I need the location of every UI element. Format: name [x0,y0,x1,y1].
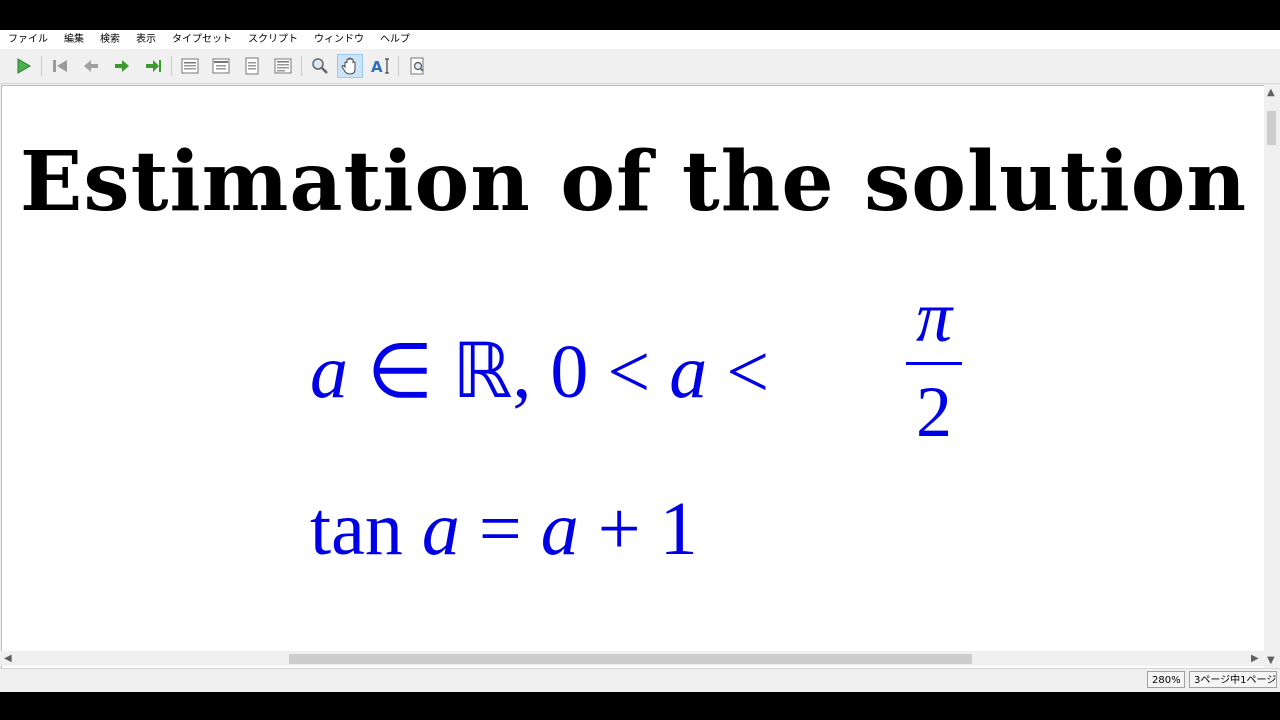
status-bar: 280% 3ページ中1ページ [0,668,1280,692]
page-indicator: 3ページ中1ページ [1189,671,1277,688]
continuous-icon[interactable] [270,54,296,78]
toolbar: A [0,49,1280,84]
text-select-icon[interactable]: A [368,54,394,78]
tan-function: tan [310,487,422,571]
toolbar-separator [301,56,302,76]
scroll-down-icon[interactable]: ▼ [1267,653,1275,668]
horizontal-scrollbar[interactable]: ◀ ▶ [1,651,1264,666]
next-page-icon[interactable] [109,54,135,78]
fraction-numerator: π [915,277,953,357]
menu-help[interactable]: ヘルプ [372,30,418,49]
var-a: a [310,330,348,414]
menu-typeset[interactable]: タイプセット [164,30,240,49]
find-icon[interactable] [405,54,431,78]
pdf-viewer-window: ファイル 編集 検索 表示 タイプセット スクリプト ウィンドウ ヘルプ A E… [0,30,1280,692]
zoom-level[interactable]: 280% [1147,671,1185,688]
scroll-left-icon[interactable]: ◀ [4,651,12,666]
last-page-icon[interactable] [140,54,166,78]
menu-file[interactable]: ファイル [0,30,56,49]
var-a: a [540,487,579,571]
pi-over-two-fraction: π 2 [906,274,962,455]
scroll-right-icon[interactable]: ▶ [1251,651,1259,666]
horizontal-scroll-thumb[interactable] [289,654,972,664]
menu-search[interactable]: 検索 [92,30,128,49]
fit-page-icon[interactable] [177,54,203,78]
toolbar-separator [171,56,172,76]
toolbar-separator [398,56,399,76]
magnifier-icon[interactable] [307,54,333,78]
vertical-scroll-thumb[interactable] [1267,111,1276,145]
scroll-up-icon[interactable]: ▲ [1267,85,1275,100]
menu-bar: ファイル 編集 検索 表示 タイプセット スクリプト ウィンドウ ヘルプ [0,30,1280,49]
document-title: Estimation of the solution [19,134,1248,230]
fraction-bar [906,362,962,365]
condition-text: ∈ ℝ, 0 < [348,330,670,414]
first-page-icon[interactable] [47,54,73,78]
less-than: < [707,330,770,414]
menu-view[interactable]: 表示 [128,30,164,49]
play-icon[interactable] [10,54,36,78]
toolbar-separator [41,56,42,76]
document-view[interactable]: Estimation of the solution a ∈ ℝ, 0 < a … [1,85,1266,670]
math-equation-line: tan a = a + 1 [310,486,698,573]
svg-text:A: A [371,58,383,76]
menu-window[interactable]: ウィンドウ [306,30,372,49]
hand-tool-icon[interactable] [337,54,363,78]
plus-one: + 1 [578,487,698,571]
var-a: a [421,487,460,571]
menu-edit[interactable]: 編集 [56,30,92,49]
equals-sign: = [459,487,541,571]
single-page-icon[interactable] [239,54,265,78]
var-a: a [669,330,708,414]
fraction-denominator: 2 [916,372,952,452]
math-condition-line: a ∈ ℝ, 0 < a < [310,326,769,416]
menu-script[interactable]: スクリプト [240,30,306,49]
vertical-scrollbar[interactable]: ▲ ▼ [1264,85,1279,668]
fit-width-icon[interactable] [208,54,234,78]
prev-page-icon[interactable] [78,54,104,78]
